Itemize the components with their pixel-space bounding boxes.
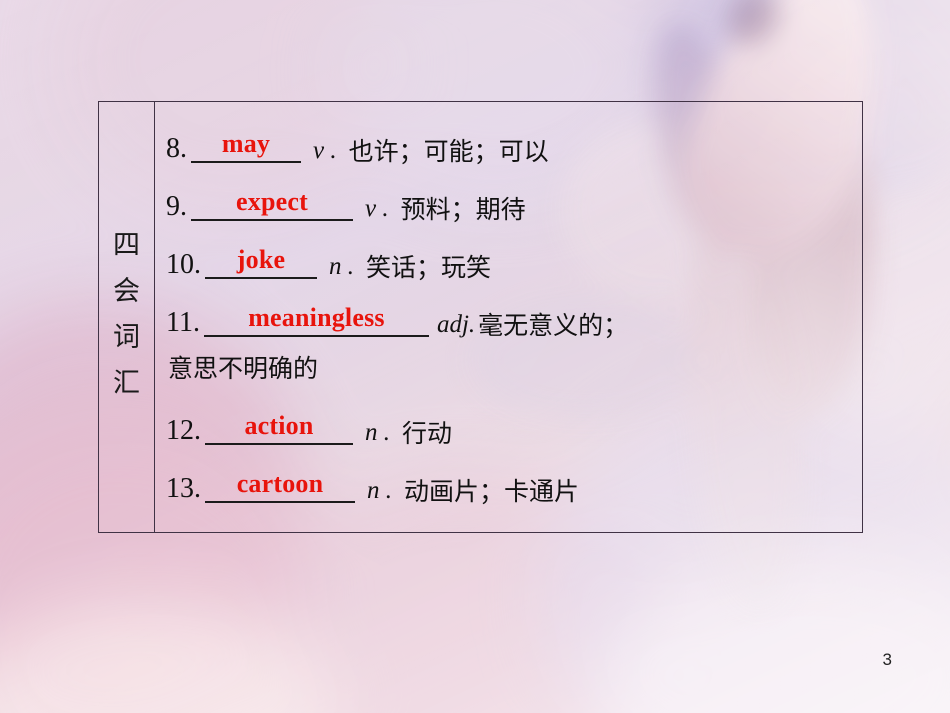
part-of-speech: n .: [365, 419, 390, 446]
page-number: 3: [882, 650, 892, 669]
part-of-speech: n .: [367, 477, 392, 504]
vocab-entry-row: 8. may v . 也许；可能；可以: [166, 111, 862, 169]
answer-word: action: [244, 411, 314, 440]
background-petal-dark-accent: [720, 0, 786, 54]
answer-blank: action: [205, 411, 353, 445]
vocab-entry-row: 12. action n . 行动: [166, 393, 862, 451]
category-char: 汇: [113, 368, 140, 399]
entry-number: 8.: [166, 133, 187, 164]
answer-blank: expect: [191, 187, 353, 221]
definition-text: 动画片；卡通片: [404, 477, 580, 506]
definition-text: 毫无意义的；: [478, 311, 629, 340]
vocab-entry-continuation: 意思不明确的: [166, 343, 862, 393]
answer-word: may: [221, 129, 271, 158]
entry-number: 12.: [166, 415, 201, 446]
vocab-entry-row: 9. expect v . 预料；期待: [166, 169, 862, 227]
category-char: 四: [113, 230, 140, 261]
definition-text: 预料；期待: [400, 195, 526, 224]
definition-text: 也许；可能；可以: [348, 137, 549, 166]
entry-number: 13.: [166, 473, 201, 504]
slide-canvas: 四 会 词 汇 8. may v . 也许；可能；可以 9. expect v …: [0, 0, 950, 713]
part-of-speech: adj.: [436, 311, 476, 338]
table-entries-cell: 8. may v . 也许；可能；可以 9. expect v . 预料；期待 …: [155, 102, 862, 532]
entry-number: 10.: [166, 249, 201, 280]
vocabulary-table: 四 会 词 汇 8. may v . 也许；可能；可以 9. expect v …: [98, 101, 863, 533]
background-blob: [600, 560, 950, 713]
answer-word: expect: [236, 187, 308, 216]
part-of-speech: v .: [365, 195, 389, 222]
vocab-entry-row: 10. joke n . 笑话；玩笑: [166, 227, 862, 285]
entry-number: 11.: [166, 307, 200, 338]
answer-word: joke: [236, 245, 286, 274]
vocab-entry-row: 11. meaningless adj. 毫无意义的；: [166, 285, 862, 343]
category-char: 会: [113, 276, 140, 307]
answer-blank: may: [191, 129, 301, 163]
answer-blank: joke: [205, 245, 317, 279]
definition-text: 行动: [402, 419, 453, 448]
definition-continuation-text: 意思不明确的: [168, 353, 319, 383]
vocab-entry-row: 13. cartoon n . 动画片；卡通片: [166, 451, 862, 509]
part-of-speech: v .: [313, 137, 337, 164]
answer-blank: meaningless: [203, 303, 429, 337]
part-of-speech: n .: [329, 253, 354, 280]
definition-text: 笑话；玩笑: [366, 253, 492, 282]
table-category-cell: 四 会 词 汇: [99, 102, 155, 532]
background-blob: [0, 600, 340, 713]
entry-number: 9.: [166, 191, 187, 222]
answer-word: meaningless: [248, 303, 385, 332]
category-char: 词: [113, 322, 140, 353]
answer-word: cartoon: [236, 469, 324, 498]
answer-blank: cartoon: [205, 469, 355, 503]
